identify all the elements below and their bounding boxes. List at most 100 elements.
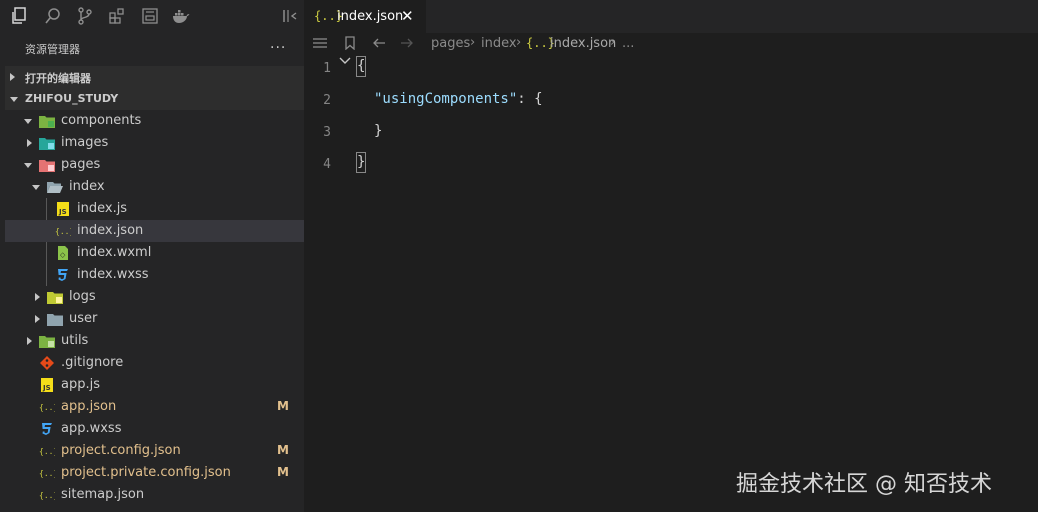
list-icon[interactable] <box>312 35 328 51</box>
svg-text:{..}: {..} <box>39 447 55 456</box>
json-colon: : <box>517 91 535 107</box>
code-close-brace: } <box>357 154 366 170</box>
tree-item-index-json[interactable]: {..} index.json <box>5 220 304 242</box>
chevron-down-icon <box>10 97 18 102</box>
forward-arrow-icon[interactable] <box>399 35 415 51</box>
folder-utils-icon <box>39 334 55 348</box>
tree-item-label: .gitignore <box>61 355 124 370</box>
svg-text:JS: JS <box>42 384 51 392</box>
wxml-file-icon: ◇ <box>55 246 71 260</box>
tree-item-index-js[interactable]: JS index.js <box>5 198 304 220</box>
tree-item-label: sitemap.json <box>61 487 145 502</box>
line-number: 4 <box>323 157 331 172</box>
breadcrumb-item-pages[interactable]: pages <box>431 36 470 51</box>
project-label: ZHIFOU_STUDY <box>25 92 119 105</box>
close-icon[interactable]: ✕ <box>401 7 414 25</box>
tree-item-gitignore[interactable]: .gitignore <box>5 352 304 374</box>
json-inner-close-brace: } <box>374 123 383 139</box>
code-line[interactable]: "usingComponents": { <box>374 91 543 107</box>
explorer-title: 资源管理器 <box>25 43 80 56</box>
breadcrumb-item-more[interactable]: ... <box>622 36 634 51</box>
more-actions-button[interactable]: ... <box>270 36 286 52</box>
json-file-icon: {..} <box>53 224 73 238</box>
extensions-icon[interactable] <box>107 6 127 26</box>
back-arrow-icon[interactable] <box>371 35 387 51</box>
chevron-right-icon <box>35 293 40 301</box>
tree-item-label: index.json <box>77 223 144 238</box>
chevron-right-icon <box>27 139 32 147</box>
tree-item-label: app.json <box>61 399 117 414</box>
line-number: 2 <box>323 93 331 108</box>
json-file-icon: {..} <box>37 444 57 458</box>
sidebar: 资源管理器 ... 打开的编辑器 ZHIFOU_STUDY components… <box>0 0 304 512</box>
folder-images-icon <box>39 136 55 150</box>
tree-item-app-js[interactable]: JS app.js <box>5 374 304 396</box>
docker-icon[interactable] <box>171 6 191 26</box>
svg-text:{..}: {..} <box>55 227 71 236</box>
tab-bar: {..} index.json ✕ <box>304 0 1038 33</box>
search-icon[interactable] <box>43 6 63 26</box>
chevron-down-icon <box>24 163 32 168</box>
open-editors-section[interactable]: 打开的编辑器 <box>5 66 304 88</box>
js-file-icon: JS <box>55 202 71 216</box>
chevron-right-icon <box>35 315 40 323</box>
tree-item-index-wxss[interactable]: index.wxss <box>5 264 304 286</box>
chevron-down-icon <box>32 185 40 190</box>
tree-item-label: user <box>69 311 98 326</box>
tree-item-label: project.private.config.json <box>61 465 231 480</box>
chevron-right-icon: › <box>516 35 522 50</box>
folder-components-icon <box>39 114 55 128</box>
breadcrumb-item-file[interactable]: index.json <box>550 36 616 51</box>
files-icon[interactable] <box>10 6 30 26</box>
tree-item-components[interactable]: components <box>5 110 304 132</box>
tree-item-label: index.js <box>77 201 128 216</box>
bookmark-icon[interactable] <box>342 35 358 51</box>
tree-item-app-json[interactable]: {..} app.json M <box>5 396 304 418</box>
code-line[interactable]: } <box>374 123 382 139</box>
tree-item-logs[interactable]: logs <box>5 286 304 308</box>
remote-explorer-icon[interactable] <box>140 6 160 26</box>
chevron-right-icon: › <box>470 35 476 50</box>
line-number: 3 <box>323 125 331 140</box>
tree-item-pages[interactable]: pages <box>5 154 304 176</box>
json-inner-open-brace: { <box>534 91 543 107</box>
tree-item-label: components <box>61 113 142 128</box>
tree-item-sitemap-json[interactable]: {..} sitemap.json <box>5 484 304 506</box>
fold-chevron-icon[interactable] <box>339 55 351 67</box>
modified-badge: M <box>277 399 289 413</box>
editor: {..} index.json ✕ pages › index › {..} i… <box>304 0 1038 512</box>
activity-bar <box>0 0 304 33</box>
source-control-icon[interactable] <box>75 6 95 26</box>
svg-text:{..}: {..} <box>39 491 55 500</box>
tab-index-json[interactable]: {..} index.json ✕ <box>304 0 426 33</box>
tree-item-utils[interactable]: utils <box>5 330 304 352</box>
watermark: 掘金技术社区 @ 知否技术 <box>736 472 992 497</box>
tree-item-images[interactable]: images <box>5 132 304 154</box>
tree-item-project-private-config-json[interactable]: {..} project.private.config.json M <box>5 462 304 484</box>
tree-item-label: app.wxss <box>61 421 122 436</box>
explorer-header: 资源管理器 ... <box>0 36 304 62</box>
project-section[interactable]: ZHIFOU_STUDY <box>5 88 304 110</box>
tree-item-project-config-json[interactable]: {..} project.config.json M <box>5 440 304 462</box>
tree-item-app-wxss[interactable]: app.wxss <box>5 418 304 440</box>
tree-item-label: logs <box>69 289 96 304</box>
breadcrumb-item-index[interactable]: index <box>481 36 517 51</box>
chevron-right-icon: › <box>610 35 616 50</box>
tree-item-label: pages <box>61 157 101 172</box>
tree-item-label: index <box>69 179 105 194</box>
tree-item-label: index.wxss <box>77 267 149 282</box>
json-file-icon: {..} <box>37 466 57 480</box>
tree-item-label: utils <box>61 333 89 348</box>
collapse-panel-icon[interactable] <box>280 6 300 26</box>
folder-icon <box>47 312 63 326</box>
chevron-down-icon <box>24 119 32 124</box>
tree-item-user[interactable]: user <box>5 308 304 330</box>
line-number: 1 <box>323 61 331 76</box>
svg-text:{..}: {..} <box>39 469 55 478</box>
svg-text:JS: JS <box>58 208 67 216</box>
svg-text:{..}: {..} <box>39 403 55 412</box>
tree-item-index-wxml[interactable]: ◇ index.wxml <box>5 242 304 264</box>
chevron-right-icon <box>10 73 15 81</box>
tree-item-index-folder[interactable]: index <box>5 176 304 198</box>
css-file-icon <box>39 422 55 436</box>
